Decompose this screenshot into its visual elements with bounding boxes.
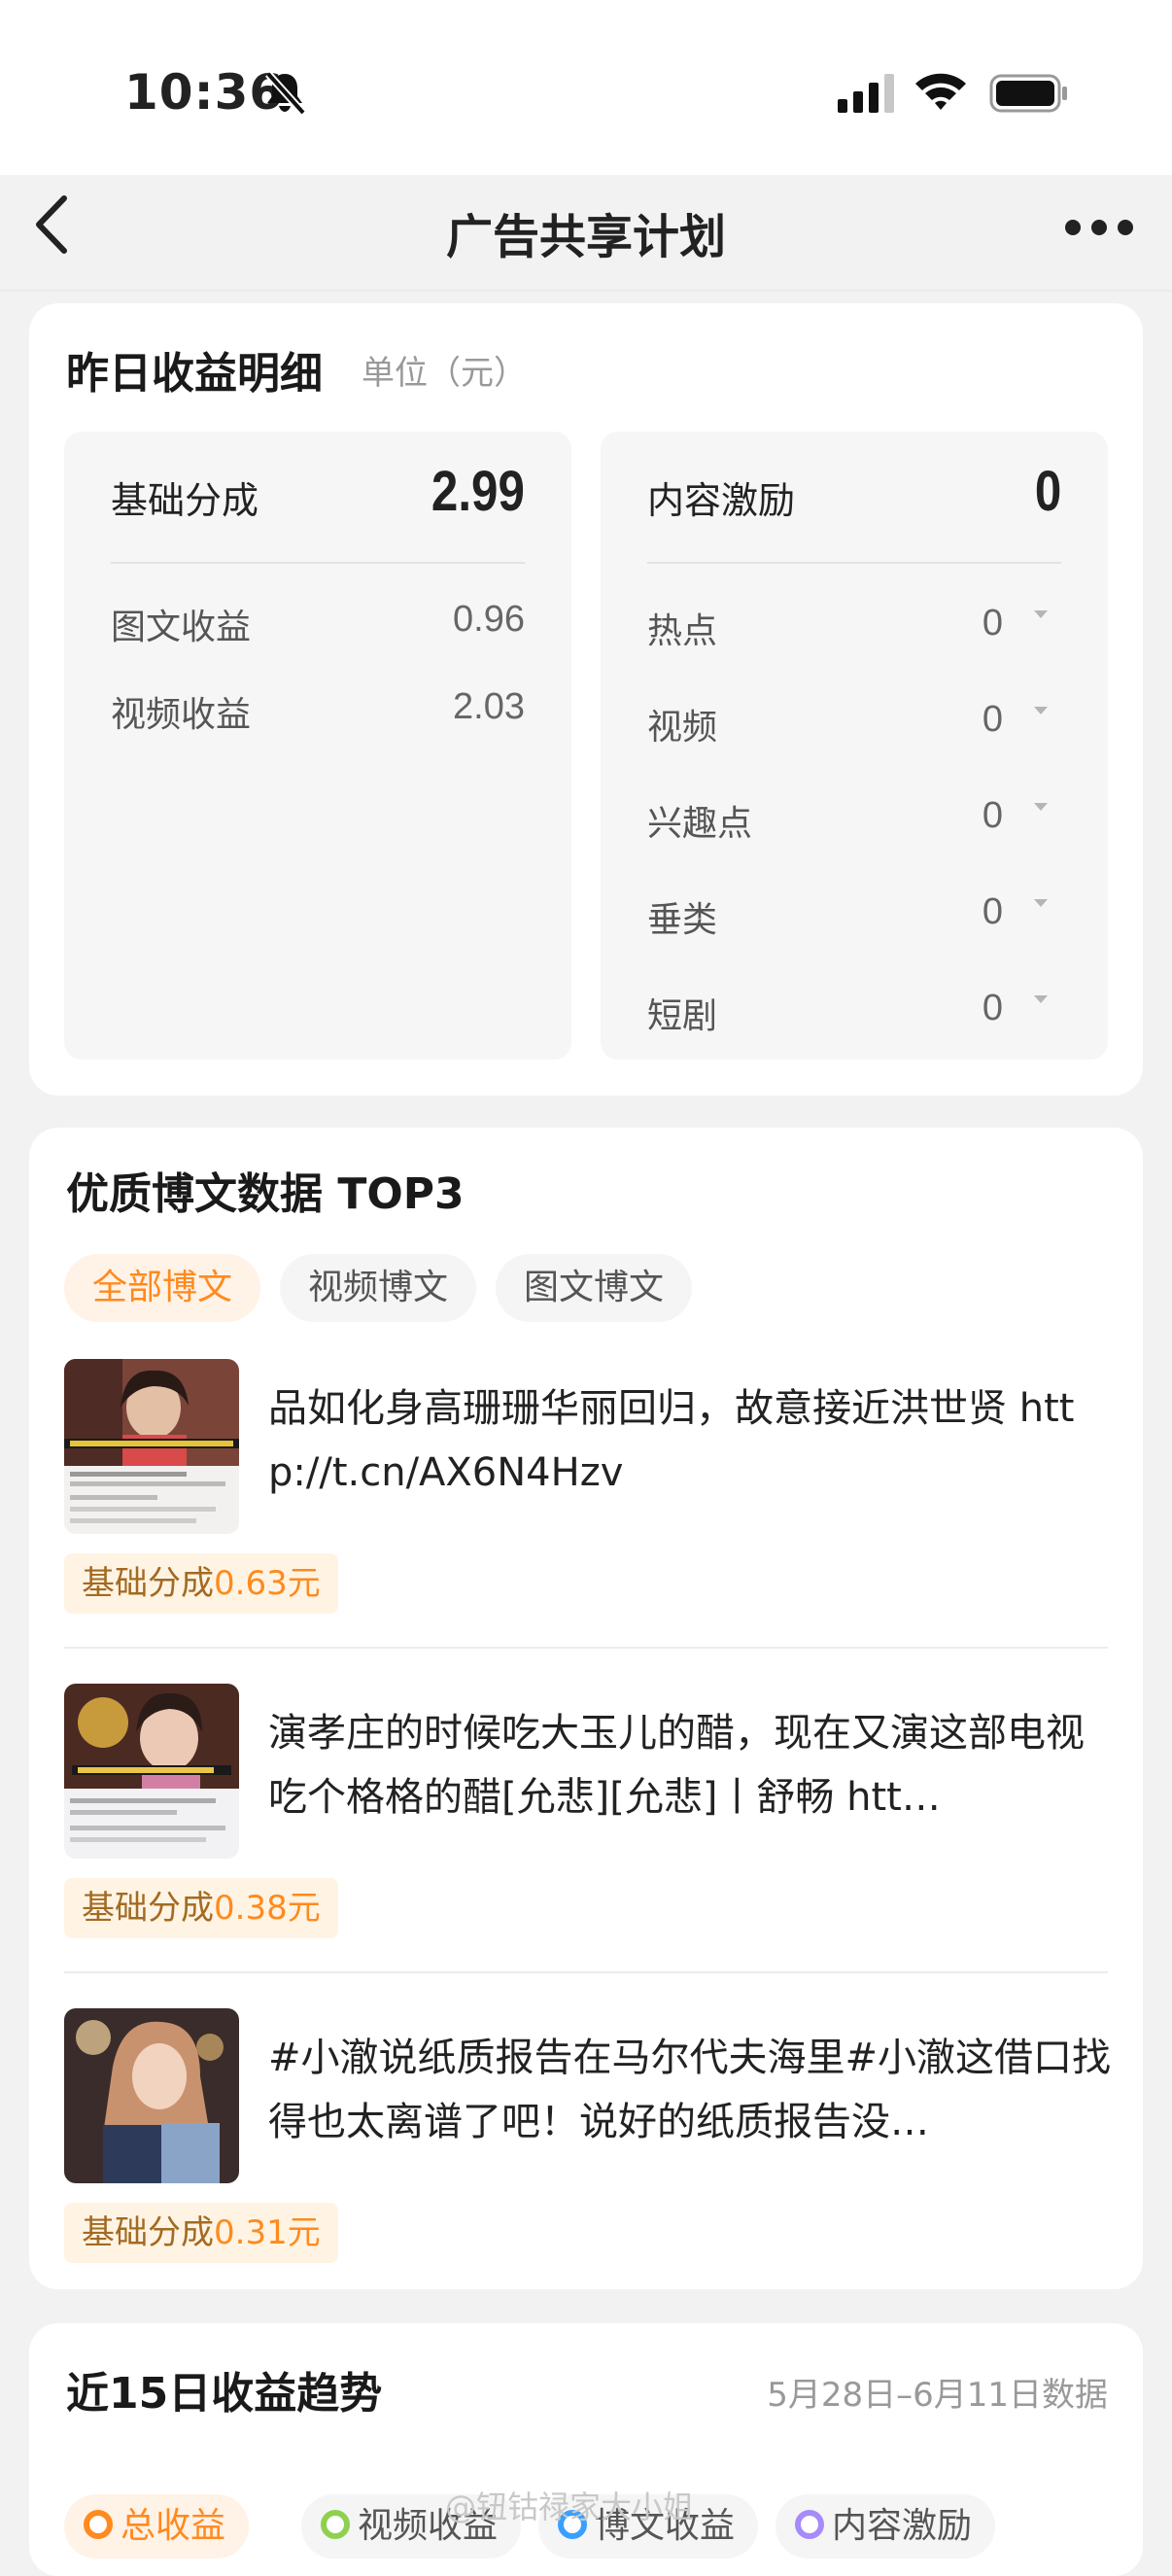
legend-label: 总收益 [121, 2506, 226, 2546]
content-incentive-value: 0 [1034, 460, 1061, 523]
badge-label: 基础分成 [82, 1564, 214, 1603]
post-text[interactable]: #小澈说纸质报告在马尔代夫海里#小澈这借口找得也太离谱了吧！说好的纸质报告没… [268, 2026, 1114, 2154]
row-label: 视频收益 [111, 695, 252, 735]
legend-content-incentive[interactable]: 内容激励 [776, 2494, 996, 2559]
earnings-row-image-text: 图文收益 0.96 [111, 591, 525, 649]
legend-dot-icon [321, 2510, 350, 2539]
tab-all-posts[interactable]: 全部博文 [64, 1254, 260, 1322]
basic-share-label: 基础分成 [111, 479, 259, 522]
row-value: 0 [982, 603, 1003, 644]
nav-divider [0, 290, 1172, 292]
row-value: 2.03 [453, 686, 525, 727]
cellular-signal-icon [838, 74, 894, 113]
trend-title: 近15日收益趋势 [66, 2369, 383, 2419]
incentive-row-video[interactable]: 视频 0 [647, 691, 1061, 749]
legend-total-earnings[interactable]: 总收益 [64, 2494, 250, 2559]
yesterday-earnings-title: 昨日收益明细 [66, 349, 323, 399]
dropdown-caret-icon[interactable] [1034, 610, 1048, 618]
post-text[interactable]: 品如化身高珊珊华丽回归，故意接近洪世贤 http://t.cn/AX6N4Hzv [268, 1376, 1114, 1505]
content-incentive-header: 内容激励 0 [647, 432, 1061, 564]
dropdown-caret-icon[interactable] [1034, 707, 1048, 714]
badge-label: 基础分成 [82, 2213, 214, 2252]
tab-image-text-posts[interactable]: 图文博文 [496, 1254, 692, 1322]
wifi-icon [915, 73, 966, 110]
yesterday-earnings-card: 昨日收益明细 单位（元） 基础分成 2.99 图文收益 0.96 视频收益 2.… [29, 303, 1143, 1096]
row-value: 0 [982, 699, 1003, 740]
incentive-row-vertical[interactable]: 垂类 0 [647, 884, 1061, 942]
badge-amount: 0.63元 [214, 1564, 321, 1603]
post-divider [64, 1647, 1108, 1649]
row-value: 0 [982, 795, 1003, 836]
post-thumbnail[interactable] [64, 1359, 239, 1534]
content-incentive-label: 内容激励 [647, 479, 796, 522]
row-label: 兴趣点 [647, 804, 753, 844]
post-item[interactable]: 演孝庄的时候吃大玉儿的醋，现在又演这部电视吃个格格的醋[允悲][允悲]丨舒畅 h… [64, 1684, 1108, 2006]
top3-posts-card: 优质博文数据 TOP3 全部博文 视频博文 图文博文 品如化身高珊珊华丽回归，故… [29, 1128, 1143, 2289]
incentive-row-short-drama[interactable]: 短剧 0 [647, 980, 1061, 1038]
page-title: 广告共享计划 [445, 210, 726, 264]
legend-dot-icon [84, 2510, 113, 2539]
post-text[interactable]: 演孝庄的时候吃大玉儿的醋，现在又演这部电视吃个格格的醋[允悲][允悲]丨舒畅 h… [268, 1701, 1114, 1829]
trend-card: 近15日收益趋势 5月28日–6月11日数据 总收益 视频收益 博文收益 内容激… [29, 2323, 1143, 2576]
more-options-icon[interactable] [1065, 220, 1133, 239]
row-value: 0 [982, 988, 1003, 1028]
status-bar: 10:36 [0, 0, 1172, 175]
incentive-row-hot[interactable]: 热点 0 [647, 595, 1061, 653]
legend-dot-icon [795, 2510, 824, 2539]
watermark: @钮钴禄家大小姐 [445, 2489, 695, 2525]
unit-label: 单位（元） [362, 354, 527, 393]
row-value: 0 [982, 891, 1003, 932]
share-badge: 基础分成0.31元 [64, 2203, 338, 2263]
content-incentive-panel: 内容激励 0 热点 0 视频 0 兴趣点 0 垂类 0 短剧 0 [601, 432, 1108, 1060]
top3-title: 优质博文数据 TOP3 [66, 1169, 465, 1219]
basic-share-header: 基础分成 2.99 [111, 432, 525, 564]
post-item[interactable]: #小澈说纸质报告在马尔代夫海里#小澈这借口找得也太离谱了吧！说好的纸质报告没… … [64, 2008, 1111, 2331]
basic-share-panel: 基础分成 2.99 图文收益 0.96 视频收益 2.03 [64, 432, 571, 1060]
row-value: 0.96 [453, 599, 525, 640]
row-label: 垂类 [647, 900, 718, 940]
share-badge: 基础分成0.63元 [64, 1553, 338, 1614]
post-item[interactable]: 品如化身高珊珊华丽回归，故意接近洪世贤 http://t.cn/AX6N4Hzv… [64, 1359, 1108, 1682]
legend-label: 内容激励 [832, 2506, 973, 2546]
bell-slash-icon [265, 71, 306, 116]
earnings-row-video: 视频收益 2.03 [111, 679, 525, 737]
row-label: 热点 [647, 611, 718, 651]
dropdown-caret-icon[interactable] [1034, 899, 1048, 907]
dropdown-caret-icon[interactable] [1034, 995, 1048, 1003]
basic-share-value: 2.99 [431, 460, 525, 523]
trend-date-range: 5月28日–6月11日数据 [767, 2376, 1108, 2415]
row-label: 短剧 [647, 996, 718, 1036]
tab-video-posts[interactable]: 视频博文 [280, 1254, 476, 1322]
dropdown-caret-icon[interactable] [1034, 803, 1048, 811]
row-label: 图文收益 [111, 608, 252, 647]
incentive-row-interest[interactable]: 兴趣点 0 [647, 787, 1061, 846]
battery-icon [989, 74, 1067, 113]
post-thumbnail[interactable] [64, 2008, 239, 2183]
post-divider [64, 1971, 1108, 1973]
badge-amount: 0.38元 [214, 1889, 321, 1928]
badge-label: 基础分成 [82, 1889, 214, 1928]
row-label: 视频 [647, 708, 718, 748]
badge-amount: 0.31元 [214, 2213, 321, 2252]
post-thumbnail[interactable] [64, 1684, 239, 1859]
share-badge: 基础分成0.38元 [64, 1878, 338, 1938]
